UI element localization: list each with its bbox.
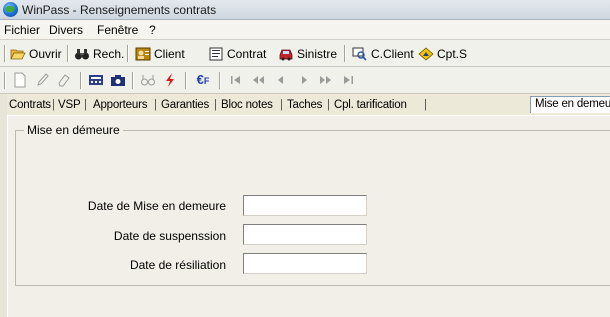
app-globe-icon	[3, 2, 18, 17]
menu-divers[interactable]: Divers	[49, 23, 83, 37]
car-crash-icon	[278, 47, 294, 61]
c-client-label: C.Client	[371, 46, 414, 61]
client-search-icon	[352, 47, 368, 61]
camera-icon[interactable]	[110, 72, 126, 88]
window-title: WinPass - Renseignements contrats	[22, 3, 217, 17]
title-bar: WinPass - Renseignements contrats	[0, 0, 610, 20]
next-icon[interactable]	[296, 72, 312, 88]
binoculars-icon	[74, 47, 90, 61]
contract-label: Contrat	[227, 46, 267, 61]
euro-icon[interactable]: €F	[193, 72, 213, 88]
date-resiliation-input[interactable]	[243, 253, 367, 274]
client-card-icon	[135, 47, 151, 61]
cpt-label: Cpt.S	[437, 46, 468, 61]
lightning-icon[interactable]	[162, 72, 178, 88]
rewind-icon[interactable]	[250, 72, 266, 88]
edit-icon[interactable]	[34, 72, 50, 88]
claim-button[interactable]: Sinistre	[278, 44, 337, 63]
date-suspension-input[interactable]	[243, 224, 367, 245]
date-suspension-label: Date de suspenssion	[113, 229, 226, 243]
tab-apporteurs[interactable]: Apporteurs	[93, 99, 147, 111]
cpt-button[interactable]: Cpt.S	[418, 44, 467, 63]
contract-doc-icon	[208, 47, 224, 61]
tab-bloc-notes[interactable]: Bloc notes	[221, 99, 273, 111]
open-label: Ouvrir	[29, 46, 62, 61]
eraser-icon[interactable]	[56, 72, 72, 88]
client-label: Client	[154, 46, 185, 61]
menu-fichier[interactable]: Fichier	[4, 23, 40, 37]
c-client-button[interactable]: C.Client	[352, 44, 414, 63]
date-resiliation-label: Date de résiliation	[129, 258, 226, 272]
menu-fenetre[interactable]: Fenêtre	[97, 23, 138, 37]
menu-bar: Fichier Divers Fenêtre ?	[0, 20, 610, 40]
binoculars-icon[interactable]	[140, 72, 156, 88]
date-mise-en-demeure-label: Date de Mise en demeure	[87, 199, 226, 213]
warning-sign-icon	[418, 46, 434, 61]
first-icon[interactable]	[228, 72, 244, 88]
tab-cpl-tarification[interactable]: Cpl. tarification	[334, 99, 407, 111]
contract-button[interactable]: Contrat	[208, 44, 266, 63]
claim-label: Sinistre	[297, 46, 338, 61]
tab-vsp[interactable]: VSP	[58, 99, 81, 111]
prev-icon[interactable]	[273, 72, 289, 88]
tab-taches[interactable]: Taches	[287, 99, 322, 111]
search-button[interactable]: Rech.	[74, 44, 124, 63]
search-label: Rech.	[93, 46, 125, 61]
record-toolbar: €F	[0, 67, 610, 94]
fast-forward-icon[interactable]	[318, 72, 334, 88]
tab-mise-en-demeure[interactable]: Mise en demeure	[530, 96, 610, 113]
menu-help[interactable]: ?	[149, 23, 156, 37]
date-mise-en-demeure-input[interactable]	[243, 195, 367, 216]
tab-contrats[interactable]: Contrats	[9, 99, 51, 111]
tab-garanties[interactable]: Garanties	[161, 99, 209, 111]
last-icon[interactable]	[340, 72, 356, 88]
new-doc-icon[interactable]	[12, 72, 28, 88]
tab-strip: Contrats | VSP | Apporteurs | Garanties …	[0, 95, 610, 115]
open-button[interactable]: Ouvrir	[10, 44, 62, 63]
folder-open-icon	[10, 47, 26, 61]
calculator-icon[interactable]	[88, 72, 104, 88]
client-button[interactable]: Client	[135, 44, 185, 63]
group-title: Mise en démeure	[24, 123, 123, 137]
main-toolbar: Ouvrir Rech. Client Contrat Sinistre C.C…	[0, 40, 610, 67]
